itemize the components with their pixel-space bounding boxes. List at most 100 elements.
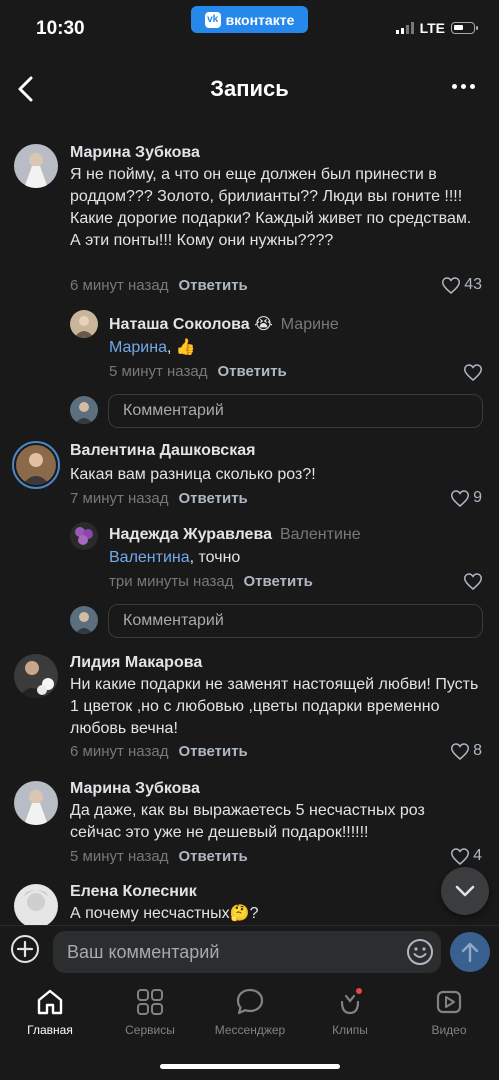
avatar[interactable] <box>14 654 58 698</box>
reply-comment-input[interactable]: Комментарий <box>108 604 483 638</box>
avatar[interactable] <box>70 310 98 338</box>
chevron-down-icon <box>455 885 475 897</box>
comment-meta: 6 минут назад Ответить <box>70 743 248 760</box>
grid-icon <box>137 989 163 1015</box>
reply-comment: Надежда Журавлева Валентине Валентина, то… <box>0 521 499 601</box>
comment-time: 5 минут назад <box>109 363 208 380</box>
like-count: 4 <box>473 847 482 864</box>
emoji-icon[interactable] <box>405 937 435 967</box>
like-button[interactable]: 9 <box>451 489 482 507</box>
more-options-icon[interactable] <box>452 84 475 89</box>
avatar[interactable] <box>70 522 98 550</box>
comment-time: 7 минут назад <box>70 490 169 507</box>
home-indicator <box>160 1064 340 1069</box>
tab-label: Видео <box>431 1023 467 1037</box>
tab-label: Сервисы <box>125 1023 175 1037</box>
comment-text: Какая вам разница сколько роз?! <box>70 466 316 483</box>
signal-icon <box>395 22 414 34</box>
reply-button[interactable]: Ответить <box>243 573 312 590</box>
mention-link[interactable]: Марина <box>109 339 167 356</box>
tab-video[interactable]: Видео <box>399 986 499 1037</box>
heart-icon[interactable] <box>464 364 482 381</box>
reply-to[interactable]: Марине <box>281 316 339 333</box>
tab-label: Главная <box>27 1023 73 1037</box>
comment: Марина Зубкова Да даже, как вы выражаете… <box>0 777 499 872</box>
heart-icon[interactable] <box>464 573 482 590</box>
author-emoji: 😭 <box>254 316 273 333</box>
vk-app-badge[interactable]: vk вконтакте <box>191 6 308 33</box>
heart-icon <box>451 847 470 865</box>
status-time: 10:30 <box>36 18 85 39</box>
avatar[interactable] <box>12 441 60 489</box>
send-button[interactable] <box>450 932 490 972</box>
clips-icon <box>340 988 362 1015</box>
like-button[interactable]: 4 <box>451 847 482 865</box>
comment-time: 6 минут назад <box>70 743 169 760</box>
comment-author-line: Надежда Журавлева Валентине <box>109 526 361 544</box>
comment: Елена Колесник А почему несчастных🤔? <box>0 880 499 925</box>
arrow-up-icon <box>461 942 479 963</box>
comment: Валентина Дашковская Какая вам разница с… <box>0 438 499 518</box>
comment-time: 5 минут назад <box>70 848 169 865</box>
reply-button[interactable]: Ответить <box>178 490 247 507</box>
tab-label: Мессенджер <box>214 1023 286 1037</box>
comment-time: 6 минут назад <box>70 277 169 294</box>
status-indicators: LTE <box>395 20 478 36</box>
video-icon <box>436 990 462 1014</box>
like-button[interactable]: 8 <box>451 742 482 760</box>
comment: Марина Зубкова Я не пойму, а что он еще … <box>0 140 499 300</box>
comment-author[interactable]: Марина Зубкова <box>70 780 200 798</box>
reply-comment-input[interactable]: Комментарий <box>108 394 483 428</box>
comment-meta: 5 минут назад Ответить <box>109 363 287 380</box>
comment-meta: 7 минут назад Ответить <box>70 490 248 507</box>
comment-author[interactable]: Лидия Макарова <box>70 654 202 672</box>
reply-to[interactable]: Валентине <box>280 526 361 543</box>
comment-text: Да даже, как вы выражаетесь 5 несчастных… <box>70 802 425 841</box>
mention-link[interactable]: Валентина <box>109 549 190 566</box>
comment-text-line: Валентина, точно <box>109 547 240 569</box>
reply-button[interactable]: Ответить <box>178 848 247 865</box>
like-count: 43 <box>464 276 482 293</box>
comment-author-line: Наташа Соколова 😭 Марине <box>109 314 339 334</box>
vk-badge-label: вконтакте <box>225 11 295 28</box>
comment-author[interactable]: Валентина Дашковская <box>70 442 255 460</box>
comment-meta: три минуты назад Ответить <box>109 573 313 590</box>
network-label: LTE <box>419 20 445 36</box>
reply-button[interactable]: Ответить <box>217 363 286 380</box>
comment-input[interactable]: Ваш комментарий <box>53 931 441 973</box>
heart-icon <box>451 742 470 760</box>
tab-services[interactable]: Сервисы <box>100 986 200 1037</box>
page-title: Запись <box>210 76 289 101</box>
comment-author[interactable]: Елена Колесник <box>70 883 197 901</box>
comment-author[interactable]: Марина Зубкова <box>70 144 200 162</box>
reply-button[interactable]: Ответить <box>178 277 247 294</box>
comment-author[interactable]: Надежда Журавлева <box>109 526 272 543</box>
home-icon <box>37 989 63 1015</box>
tab-clips[interactable]: Клипы <box>300 986 400 1037</box>
heart-icon <box>442 276 461 294</box>
reply-comment: Наташа Соколова 😭 Марине Марина, 👍 5 мину… <box>0 310 499 390</box>
my-avatar <box>70 606 98 634</box>
my-avatar <box>70 396 98 424</box>
comment-text: , точно <box>189 549 241 566</box>
comment-text-line: Марина, 👍 <box>109 337 196 359</box>
avatar[interactable] <box>14 884 58 925</box>
comment-author[interactable]: Наташа Соколова <box>109 316 250 333</box>
comment-text: А почему несчастных🤔? <box>70 905 259 922</box>
comment-time: три минуты назад <box>109 573 234 590</box>
tab-label: Клипы <box>332 1023 368 1037</box>
tab-messenger[interactable]: Мессенджер <box>200 986 300 1037</box>
avatar[interactable] <box>14 781 58 825</box>
comment-text: , 👍 <box>166 339 196 356</box>
avatar[interactable] <box>14 144 58 188</box>
tab-home[interactable]: Главная <box>0 986 100 1037</box>
like-button[interactable]: 43 <box>442 276 482 294</box>
reply-button[interactable]: Ответить <box>178 743 247 760</box>
comment-text: Ни какие подарки не заменят настоящей лю… <box>70 676 479 737</box>
like-count: 9 <box>473 489 482 506</box>
scroll-down-button[interactable] <box>441 867 489 915</box>
heart-icon <box>451 489 470 507</box>
comment-meta: 6 минут назад Ответить <box>70 277 248 294</box>
chat-bubble-icon <box>236 988 264 1015</box>
add-attachment-icon[interactable] <box>10 934 40 964</box>
